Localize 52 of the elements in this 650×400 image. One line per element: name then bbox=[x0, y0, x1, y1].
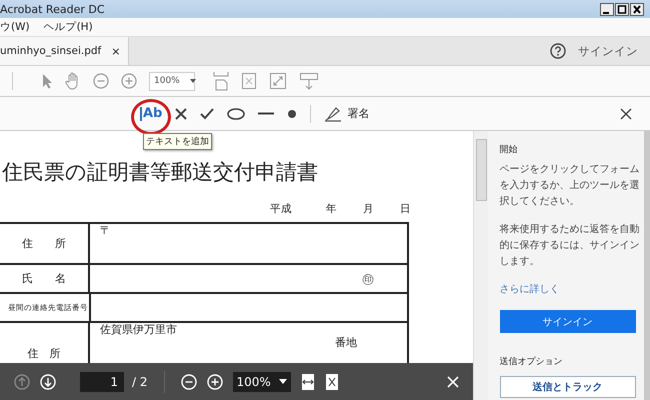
field-value: 佐賀県伊万里市 bbox=[100, 322, 177, 337]
scroll-mode-icon[interactable] bbox=[299, 72, 319, 90]
date-label: 日 bbox=[400, 202, 411, 216]
form-label: 住 所 bbox=[28, 346, 60, 360]
page-fit-icon[interactable] bbox=[213, 71, 229, 91]
checkmark-icon[interactable] bbox=[200, 108, 214, 120]
fullscreen-icon[interactable] bbox=[269, 72, 287, 90]
document-title: 住民票の証明書等郵送交付申請書 bbox=[2, 159, 319, 186]
close-icon[interactable] bbox=[620, 108, 632, 120]
tooltip: テキストを追加 bbox=[143, 132, 212, 150]
maximize-icon[interactable] bbox=[615, 2, 629, 16]
line-icon[interactable] bbox=[258, 112, 274, 115]
section-heading: 送信オプション bbox=[500, 355, 564, 368]
form-label: 氏 名 bbox=[22, 271, 66, 286]
field-value: 〒 bbox=[100, 223, 111, 238]
window-title: Acrobat Reader DC bbox=[0, 2, 104, 16]
dot-icon[interactable] bbox=[287, 108, 298, 118]
field-suffix: 番地 bbox=[335, 335, 357, 350]
page-icon[interactable] bbox=[241, 72, 257, 90]
document-tab[interactable]: uminhyo_sinsei.pdf × bbox=[0, 37, 130, 65]
form-label: 住 所 bbox=[22, 236, 66, 251]
menu-item[interactable]: ウ(W) bbox=[0, 20, 30, 34]
caret-icon bbox=[278, 379, 287, 384]
panel-text: 将来使用するために返答を自動的に保存するには、サインインします。 bbox=[500, 222, 641, 269]
add-text-tool[interactable]: Ab bbox=[140, 106, 162, 120]
ellipse-icon[interactable] bbox=[227, 108, 246, 120]
menu-item[interactable]: ヘルプ(H) bbox=[44, 20, 93, 34]
date-label: 年 bbox=[326, 202, 337, 216]
cross-icon[interactable] bbox=[175, 108, 188, 120]
fit-page-icon[interactable] bbox=[324, 372, 339, 390]
date-label: 月 bbox=[363, 202, 374, 216]
help-icon[interactable] bbox=[550, 43, 566, 59]
date-label: 平成 bbox=[270, 202, 292, 216]
zoom-dropdown[interactable]: 100% bbox=[149, 72, 195, 90]
fit-width-icon[interactable] bbox=[300, 372, 315, 390]
zoom-dropdown[interactable]: 100% bbox=[232, 372, 291, 392]
pen-icon[interactable] bbox=[324, 106, 342, 122]
panel-heading: 開始 bbox=[500, 144, 519, 156]
signin-button[interactable]: サインイン bbox=[500, 310, 636, 333]
minimize-icon[interactable] bbox=[600, 2, 614, 16]
sign-button[interactable]: 署名 bbox=[347, 106, 370, 121]
page-number-field[interactable]: 1 bbox=[80, 372, 124, 392]
pointer-icon[interactable] bbox=[41, 73, 53, 89]
send-track-button[interactable]: 送信とトラック bbox=[500, 376, 636, 398]
seal-mark: ㊞ bbox=[362, 271, 374, 288]
panel-text: ページをクリックしてフォームを入力するか、上のツールを選択してください。 bbox=[500, 163, 641, 209]
caret-icon bbox=[190, 79, 196, 83]
learn-more-link[interactable]: さらに詳しく bbox=[500, 282, 644, 296]
scrollbar[interactable] bbox=[472, 131, 488, 400]
close-icon[interactable] bbox=[630, 2, 644, 16]
signin-link[interactable]: サインイン bbox=[578, 44, 638, 58]
page-total: / 2 bbox=[132, 374, 148, 388]
